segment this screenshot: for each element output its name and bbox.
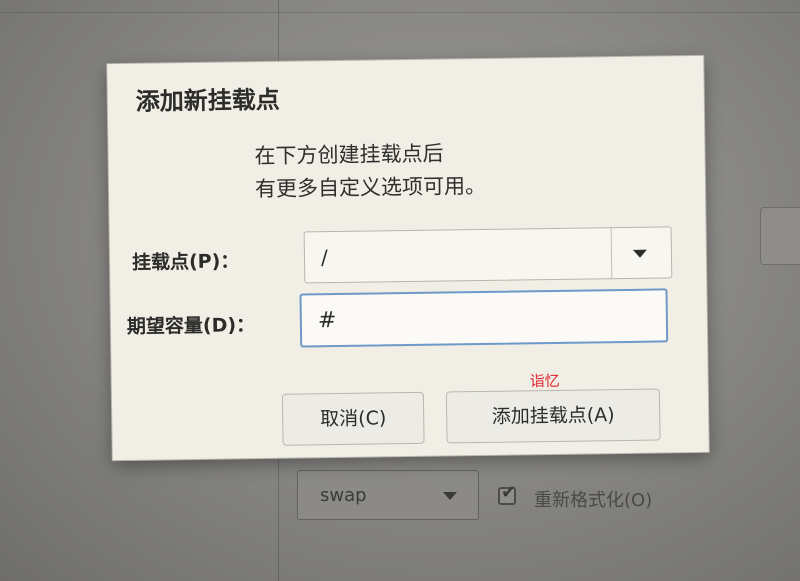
checkmark-icon: ✔: [501, 482, 517, 503]
watermark-text: 诣忆: [529, 371, 560, 391]
dialog-description: 在下方创建挂载点后 有更多自定义选项可用。: [254, 137, 486, 206]
chevron-down-icon[interactable]: [632, 249, 648, 258]
mount-point-value[interactable]: /: [321, 245, 328, 269]
dialog-title: 添加新挂载点: [135, 85, 280, 116]
dialog-description-line-2: 有更多自定义选项可用。: [254, 173, 487, 202]
background-top-divider: [0, 12, 800, 13]
reformat-checkbox-label: 重新格式化(O): [534, 490, 653, 511]
desired-capacity-label: 期望容量(D)：: [126, 314, 256, 338]
add-mount-point-button[interactable]: 添加挂载点(A): [445, 388, 661, 444]
filesystem-type-value: swap: [320, 485, 367, 506]
chevron-down-icon: [443, 492, 457, 500]
cancel-button[interactable]: 取消(C): [281, 391, 425, 446]
add-mount-point-dialog: 添加新挂载点 在下方创建挂载点后 有更多自定义选项可用。 挂载点(P)： / 期…: [107, 55, 709, 461]
desired-capacity-input[interactable]: [299, 288, 669, 348]
filesystem-type-combo[interactable]: swap: [297, 470, 479, 520]
reformat-checkbox[interactable]: ✔: [498, 482, 517, 505]
mount-point-label: 挂载点(P)：: [131, 250, 240, 274]
combo-divider: [610, 228, 613, 279]
dialog-description-line-1: 在下方创建挂载点后: [254, 141, 444, 169]
mount-point-combo[interactable]: /: [303, 226, 673, 284]
background-side-button[interactable]: [760, 207, 800, 265]
